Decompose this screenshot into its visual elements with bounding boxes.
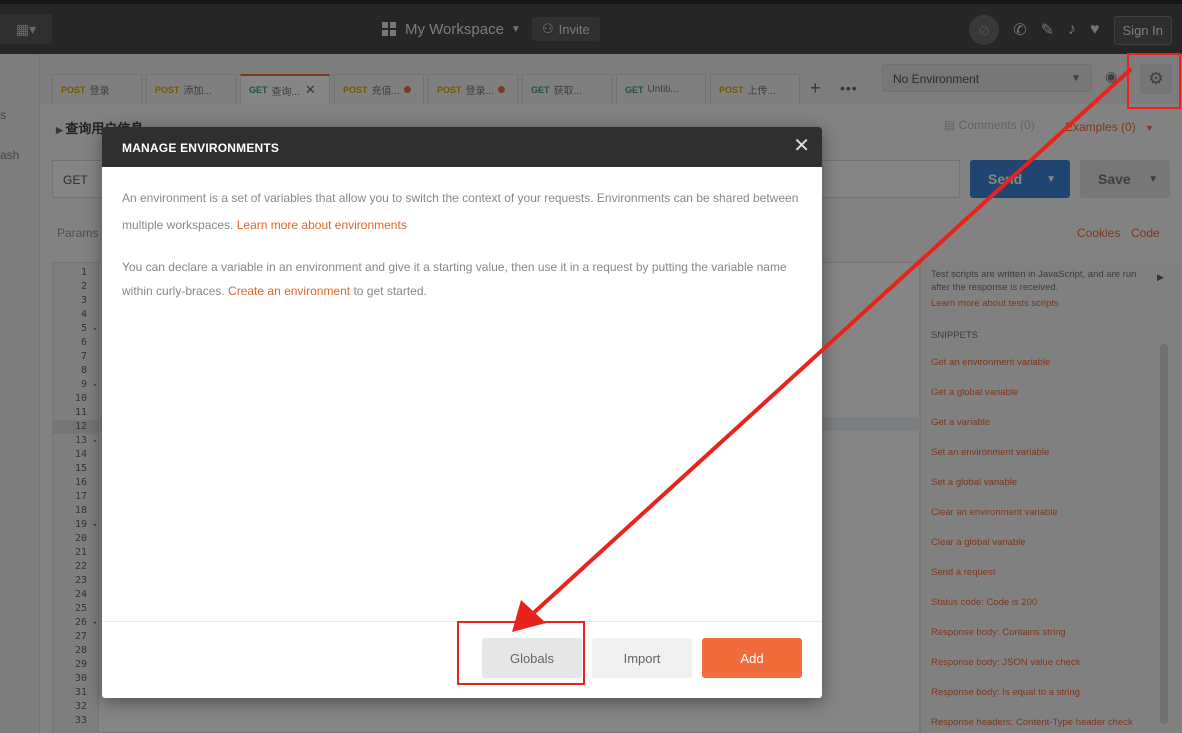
modal-p2-text: You can declare a variable in an environ… (122, 260, 787, 298)
close-icon[interactable]: ✕ (793, 136, 810, 156)
create-environment-link[interactable]: Create an environment (228, 284, 350, 298)
modal-description: An environment is a set of variables tha… (122, 185, 802, 239)
modal-title: MANAGE ENVIRONMENTS (122, 141, 280, 155)
learn-environments-link[interactable]: Learn more about environments (237, 218, 407, 232)
modal-instructions: You can declare a variable in an environ… (122, 255, 802, 303)
modal-p1-text: An environment is a set of variables tha… (122, 191, 799, 232)
add-button[interactable]: Add (702, 638, 802, 678)
annotation-globals-highlight (457, 621, 585, 685)
annotation-gear-highlight (1127, 53, 1181, 109)
import-button[interactable]: Import (592, 638, 692, 678)
modal-header: MANAGE ENVIRONMENTS ✕ (102, 127, 822, 167)
manage-environments-modal: MANAGE ENVIRONMENTS ✕ An environment is … (102, 127, 822, 698)
modal-p2-text-end: to get started. (353, 284, 427, 298)
